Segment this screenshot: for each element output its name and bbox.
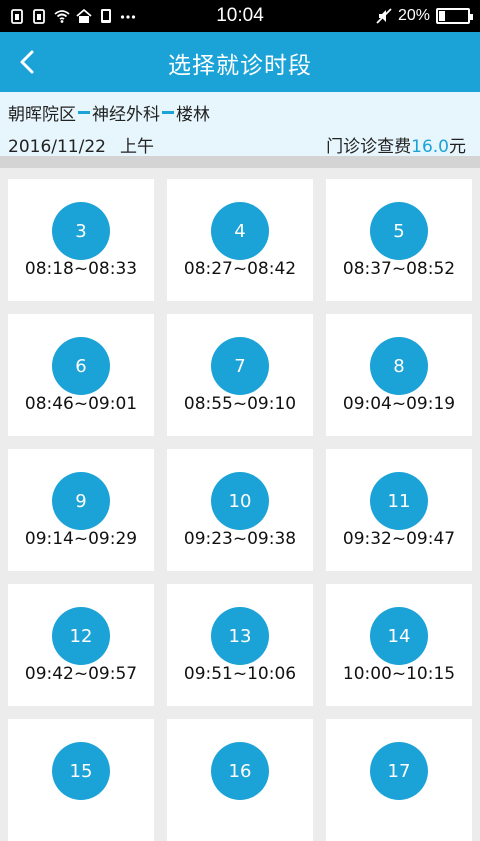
- slot-time-range: 08:46~09:01: [24, 394, 138, 414]
- time-slot-card[interactable]: 13 09:51~10:06: [167, 584, 313, 706]
- time-slot-card[interactable]: 5 08:37~08:52: [326, 179, 472, 301]
- fee-unit: 元: [449, 137, 466, 157]
- app-header: 选择就诊时段: [0, 32, 480, 92]
- mute-icon: [376, 8, 392, 24]
- time-slot-card[interactable]: 11 09:32~09:47: [326, 449, 472, 571]
- slot-number-badge: 3: [52, 202, 110, 260]
- time-slot-card[interactable]: 15: [8, 719, 154, 841]
- separator-dash: [78, 111, 90, 114]
- slot-time-range: 09:42~09:57: [24, 664, 138, 684]
- time-slot-card[interactable]: 12 09:42~09:57: [8, 584, 154, 706]
- slot-number-badge: 9: [52, 472, 110, 530]
- slot-time-range: 09:32~09:47: [342, 529, 456, 549]
- slot-number-badge: 10: [211, 472, 269, 530]
- slot-time-range: 10:00~10:15: [342, 664, 456, 684]
- appointment-info: 朝晖院区 神经外科 楼林 2016/11/22 上午 门诊诊查费16.0元: [0, 92, 480, 157]
- slot-number-badge: 11: [370, 472, 428, 530]
- slot-number-badge: 12: [52, 607, 110, 665]
- slot-number-badge: 8: [370, 337, 428, 395]
- time-slot-card[interactable]: 7 08:55~09:10: [167, 314, 313, 436]
- slot-number-badge: 7: [211, 337, 269, 395]
- battery-percent: 20%: [397, 7, 430, 24]
- slot-number-badge: 6: [52, 337, 110, 395]
- separator-dash: [162, 111, 174, 114]
- time-slot-grid: 3 08:18~08:33 4 08:27~08:42 5 08:37~08:52 6 08:…: [8, 179, 472, 841]
- slot-number-badge: 17: [370, 742, 428, 800]
- slot-number-badge: 13: [211, 607, 269, 665]
- time-slot-card[interactable]: 9 09:14~09:29: [8, 449, 154, 571]
- time-slot-card[interactable]: 16: [167, 719, 313, 841]
- fee-label: 门诊诊查费: [326, 137, 412, 157]
- date-period: 2016/11/22 上午: [8, 132, 154, 157]
- doctor-name: 楼林: [176, 105, 210, 125]
- fee-amount: 16.0: [411, 137, 449, 157]
- slot-time-range: 08:37~08:52: [342, 259, 456, 279]
- campus-name: 朝晖院区: [8, 105, 76, 125]
- slot-time-range: 08:18~08:33: [24, 259, 138, 279]
- slot-number-badge: 15: [52, 742, 110, 800]
- status-icons-right: 20%: [376, 0, 473, 32]
- slot-time-range: 09:04~09:19: [342, 394, 456, 414]
- section-divider: [0, 156, 480, 168]
- battery-icon: [436, 8, 473, 24]
- slot-number-badge: 4: [211, 202, 269, 260]
- time-slot-card[interactable]: 4 08:27~08:42: [167, 179, 313, 301]
- time-slot-card[interactable]: 8 09:04~09:19: [326, 314, 472, 436]
- time-slot-card[interactable]: 17: [326, 719, 472, 841]
- appointment-period: 上午: [119, 137, 154, 157]
- slot-number-badge: 16: [211, 742, 269, 800]
- slot-time-range: 09:23~09:38: [183, 529, 297, 549]
- slot-time-range: 09:51~10:06: [183, 664, 297, 684]
- slot-time-range: 08:55~09:10: [183, 394, 297, 414]
- breadcrumb: 朝晖院区 神经外科 楼林: [8, 100, 210, 125]
- time-slot-card[interactable]: 10 09:23~09:38: [167, 449, 313, 571]
- time-slot-card[interactable]: 3 08:18~08:33: [8, 179, 154, 301]
- page-title: 选择就诊时段: [168, 53, 312, 79]
- slot-time-range: 08:27~08:42: [183, 259, 297, 279]
- appointment-date: 2016/11/22: [8, 137, 106, 157]
- time-slot-card[interactable]: 6 08:46~09:01: [8, 314, 154, 436]
- battery-fill: [439, 11, 445, 21]
- status-bar: 10:04 20%: [0, 0, 480, 32]
- slot-number-badge: 5: [370, 202, 428, 260]
- time-slot-card[interactable]: 14 10:00~10:15: [326, 584, 472, 706]
- slot-number-badge: 14: [370, 607, 428, 665]
- slot-time-range: 09:14~09:29: [24, 529, 138, 549]
- consultation-fee: 门诊诊查费16.0元: [326, 132, 466, 157]
- department-name: 神经外科: [92, 105, 160, 125]
